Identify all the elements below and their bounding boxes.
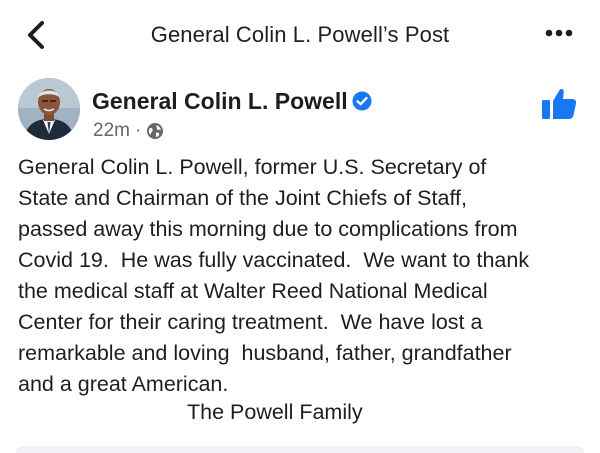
post-signature: The Powell Family bbox=[187, 400, 363, 424]
author-name[interactable]: General Colin L. Powell bbox=[92, 88, 348, 114]
post-timestamp[interactable]: 22m bbox=[93, 120, 130, 142]
page-title: General Colin L. Powell’s Post bbox=[150, 22, 450, 47]
post-card: General Colin L. Powell 22m · General Co… bbox=[0, 68, 600, 453]
top-navigation-bar: General Colin L. Powell’s Post bbox=[0, 0, 600, 68]
post-body-line: passed away this morning due to complica… bbox=[18, 217, 518, 241]
post-body-line: and a great American. bbox=[18, 372, 229, 396]
post-meta: 22m · bbox=[93, 120, 164, 142]
globe-icon bbox=[147, 123, 164, 139]
post-author[interactable]: General Colin L. Powell bbox=[92, 88, 372, 115]
comment-bar-edge bbox=[16, 446, 584, 453]
post-body-line: the medical staff at Walter Reed Nationa… bbox=[18, 279, 488, 303]
meta-separator: · bbox=[134, 120, 142, 141]
post-body-line: remarkable and loving husband, father, g… bbox=[18, 341, 512, 365]
profile-photo bbox=[18, 78, 80, 140]
more-horizontal-icon[interactable] bbox=[544, 28, 574, 38]
post-body-line: Center for their caring treatment. We ha… bbox=[18, 310, 483, 334]
verified-badge-icon bbox=[352, 91, 372, 111]
avatar[interactable] bbox=[18, 78, 80, 140]
post-body-line: Covid 19. He was fully vaccinated. We wa… bbox=[18, 248, 530, 272]
post-body-line: State and Chairman of the Joint Chiefs o… bbox=[18, 186, 467, 210]
post-body: General Colin L. Powell, former U.S. Sec… bbox=[18, 152, 588, 400]
thumbs-up-icon[interactable] bbox=[541, 86, 577, 120]
post-body-line: General Colin L. Powell, former U.S. Sec… bbox=[18, 155, 487, 179]
